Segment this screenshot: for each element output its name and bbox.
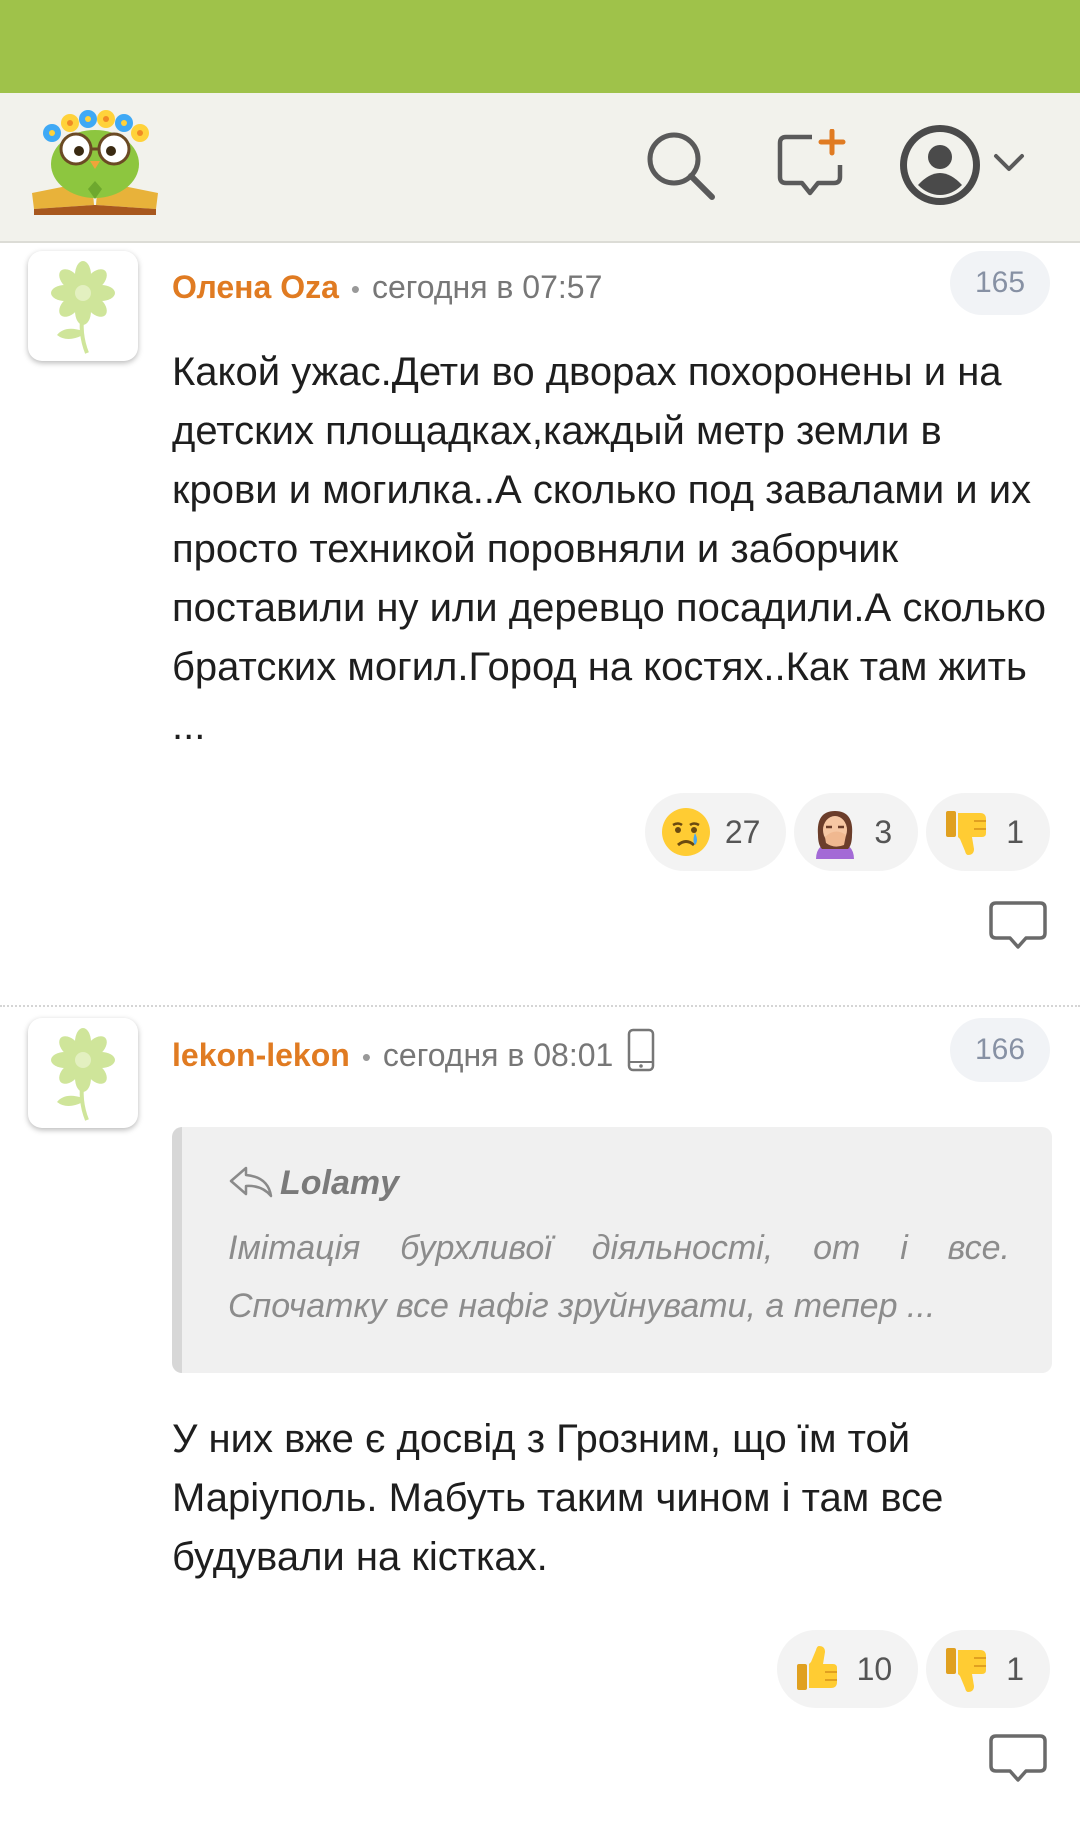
thumbs-down-icon: [946, 811, 987, 855]
quote-author-row: Lolamy: [228, 1163, 1010, 1205]
reply-arrow-icon: [229, 1166, 273, 1198]
reaction-count: 27: [724, 813, 761, 850]
comment-time: сегодня в 07:57: [371, 269, 603, 305]
comment-time: сегодня в 08:01: [382, 1036, 614, 1073]
quote-author: Lolamy: [280, 1164, 400, 1202]
search-icon[interactable]: [644, 129, 716, 201]
reaction-count: 3: [874, 813, 893, 850]
new-message-icon[interactable]: [776, 128, 848, 201]
comment-divider: [0, 1005, 1080, 1007]
author-name[interactable]: lekon-lekon: [172, 1037, 350, 1073]
reaction-count: 1: [1006, 813, 1024, 850]
separator-dot: •: [350, 274, 360, 304]
mobile-phone-icon: [627, 1028, 655, 1081]
comment-meta: Олена Oza • сегодня в 07:57: [172, 267, 602, 307]
facepalm-icon: [816, 811, 855, 859]
reaction-like[interactable]: 10: [776, 1630, 919, 1708]
reactions-bar: 10 1: [776, 1630, 1050, 1708]
comment-item: Олена Oza • сегодня в 07:57 165 Какой ужас…: [0, 243, 1080, 1008]
crying-face-icon: [661, 808, 710, 856]
comment-item: lekon-lekon • сегодня в 08:01 166 Lolamy І…: [0, 1010, 1080, 1831]
reactions-bar: 27 3 1: [644, 793, 1050, 871]
comment-number[interactable]: 165: [950, 251, 1050, 315]
user-avatar[interactable]: [28, 1018, 138, 1128]
quoted-comment[interactable]: Lolamy Імітація бурхливої діяльності, от…: [172, 1127, 1052, 1373]
status-bar: [0, 0, 1080, 93]
comment-text: У них вже є досвід з Грозним, що їм той …: [172, 1417, 944, 1579]
comment-meta: lekon-lekon • сегодня в 08:01: [172, 1028, 655, 1074]
reply-icon[interactable]: [988, 899, 1048, 955]
author-name[interactable]: Олена Oza: [172, 269, 339, 305]
comment-text: Какой ужас.Дети во дворах похоронены и н…: [172, 350, 1047, 748]
thumbs-up-icon: [796, 1646, 837, 1690]
quote-text: Імітація бурхливої діяльності, от і все.…: [228, 1229, 1010, 1325]
reaction-dislike[interactable]: 1: [926, 1630, 1050, 1708]
reaction-facepalm[interactable]: 3: [794, 793, 919, 871]
top-navigation-bar: [0, 93, 1080, 243]
thumbs-down-icon: [946, 1648, 987, 1692]
reaction-count: 1: [1006, 1650, 1024, 1687]
reaction-dislike[interactable]: 1: [926, 793, 1050, 871]
owl-logo-icon[interactable]: [30, 109, 160, 217]
separator-dot: •: [361, 1041, 371, 1072]
comment-number[interactable]: 166: [950, 1018, 1050, 1082]
user-avatar[interactable]: [28, 251, 138, 361]
chevron-down-icon[interactable]: [992, 151, 1026, 175]
reaction-crying[interactable]: 27: [644, 793, 787, 871]
reply-icon[interactable]: [988, 1732, 1048, 1788]
user-avatar-icon[interactable]: [898, 123, 982, 207]
reaction-count: 10: [856, 1650, 893, 1687]
